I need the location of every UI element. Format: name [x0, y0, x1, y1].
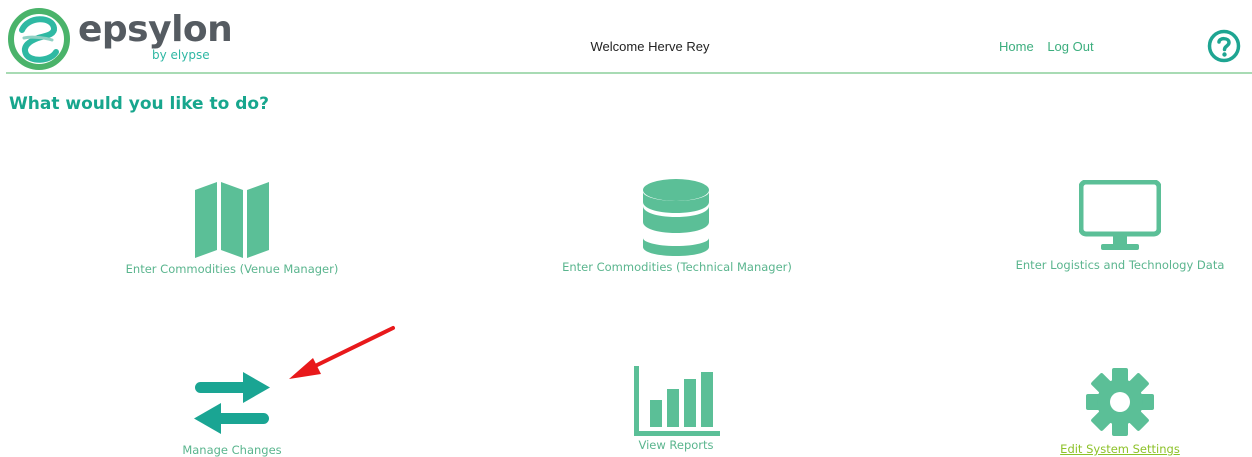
database-icon	[643, 179, 709, 256]
tile-label: Manage Changes	[182, 443, 282, 457]
map-icon	[195, 182, 269, 258]
header: epsylon by elypse Welcome Herve Rey Home…	[0, 0, 1252, 74]
tile-label: View Reports	[638, 438, 714, 452]
annotation-arrow-icon	[289, 326, 395, 379]
logout-link[interactable]: Log Out	[1047, 39, 1093, 54]
tile-technical-manager[interactable]: Enter Commodities (Technical Manager)	[546, 178, 808, 278]
tile-view-reports[interactable]: View Reports	[616, 366, 736, 455]
tile-label: Edit System Settings	[1060, 442, 1180, 456]
bar-chart-icon	[634, 366, 720, 436]
help-icon[interactable]	[1207, 29, 1241, 63]
logo-subtitle: by elypse	[152, 48, 210, 62]
gear-icon	[1086, 368, 1154, 436]
tile-venue-manager[interactable]: Enter Commodities (Venue Manager)	[112, 178, 352, 282]
tile-label: Enter Commodities (Venue Manager)	[125, 262, 339, 276]
header-divider	[6, 72, 1252, 74]
epsylon-logo-icon	[8, 8, 70, 70]
monitor-icon	[1079, 180, 1161, 250]
tile-label: Enter Commodities (Technical Manager)	[562, 260, 792, 274]
logo-wordmark: epsylon	[78, 9, 233, 50]
top-nav: Home Log Out	[999, 39, 1104, 54]
exchange-arrows-icon	[194, 372, 270, 434]
page-heading: What would you like to do?	[9, 94, 269, 114]
tile-manage-changes[interactable]: Manage Changes	[170, 372, 294, 457]
tile-label: Enter Logistics and Technology Data	[1015, 258, 1225, 272]
logo[interactable]: epsylon by elypse	[8, 8, 233, 70]
welcome-message: Welcome Herve Rey	[590, 39, 710, 54]
tile-logistics-technology[interactable]: Enter Logistics and Technology Data	[1003, 178, 1237, 276]
home-link[interactable]: Home	[999, 39, 1034, 54]
tile-edit-system-settings[interactable]: Edit System Settings	[1054, 368, 1186, 457]
